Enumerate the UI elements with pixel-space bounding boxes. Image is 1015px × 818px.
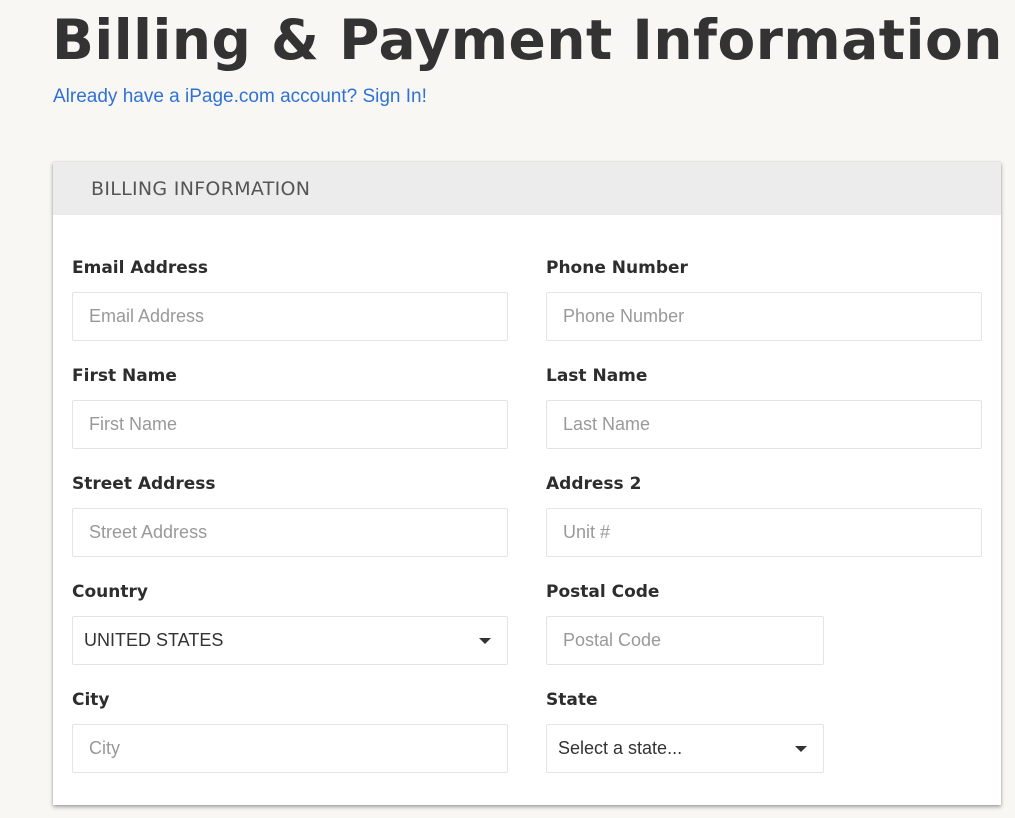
city-label: City — [72, 690, 110, 710]
sign-in-link[interactable]: Already have a iPage.com account? Sign I… — [53, 86, 427, 108]
street-input[interactable] — [72, 508, 508, 557]
postal-input[interactable] — [546, 616, 824, 665]
address2-field-group: Address 2 — [546, 473, 982, 557]
caret-down-icon — [795, 746, 807, 752]
postal-label: Postal Code — [546, 582, 660, 602]
billing-card-header: BILLING INFORMATION — [53, 162, 1001, 215]
phone-input[interactable] — [546, 292, 982, 341]
phone-field-group: Phone Number — [546, 257, 982, 341]
state-select[interactable]: Select a state... — [546, 724, 824, 773]
first-name-label: First Name — [72, 366, 177, 386]
first-name-field-group: First Name — [72, 365, 508, 449]
state-selected-value: Select a state... — [558, 738, 683, 758]
section-title: BILLING INFORMATION — [91, 177, 311, 200]
country-field-group: Country UNITED STATES — [72, 581, 508, 665]
street-label: Street Address — [72, 474, 216, 494]
last-name-field-group: Last Name — [546, 365, 982, 449]
postal-field-group: Postal Code — [546, 581, 824, 665]
state-label: State — [546, 690, 598, 710]
address2-label: Address 2 — [546, 474, 642, 494]
country-label: Country — [72, 582, 148, 602]
phone-label: Phone Number — [546, 258, 688, 278]
state-field-group: State Select a state... — [546, 689, 824, 773]
first-name-input[interactable] — [72, 400, 508, 449]
last-name-input[interactable] — [546, 400, 982, 449]
billing-card: BILLING INFORMATION Email Address Phone … — [53, 162, 1001, 805]
last-name-label: Last Name — [546, 366, 648, 386]
city-field-group: City — [72, 689, 508, 773]
street-field-group: Street Address — [72, 473, 508, 557]
caret-down-icon — [479, 638, 491, 644]
email-label: Email Address — [72, 258, 209, 278]
page-title: Billing & Payment Information — [52, 8, 1003, 72]
city-input[interactable] — [72, 724, 508, 773]
email-input[interactable] — [72, 292, 508, 341]
country-selected-value: UNITED STATES — [84, 630, 224, 650]
address2-input[interactable] — [546, 508, 982, 557]
country-select[interactable]: UNITED STATES — [72, 616, 508, 665]
email-field-group: Email Address — [72, 257, 508, 341]
